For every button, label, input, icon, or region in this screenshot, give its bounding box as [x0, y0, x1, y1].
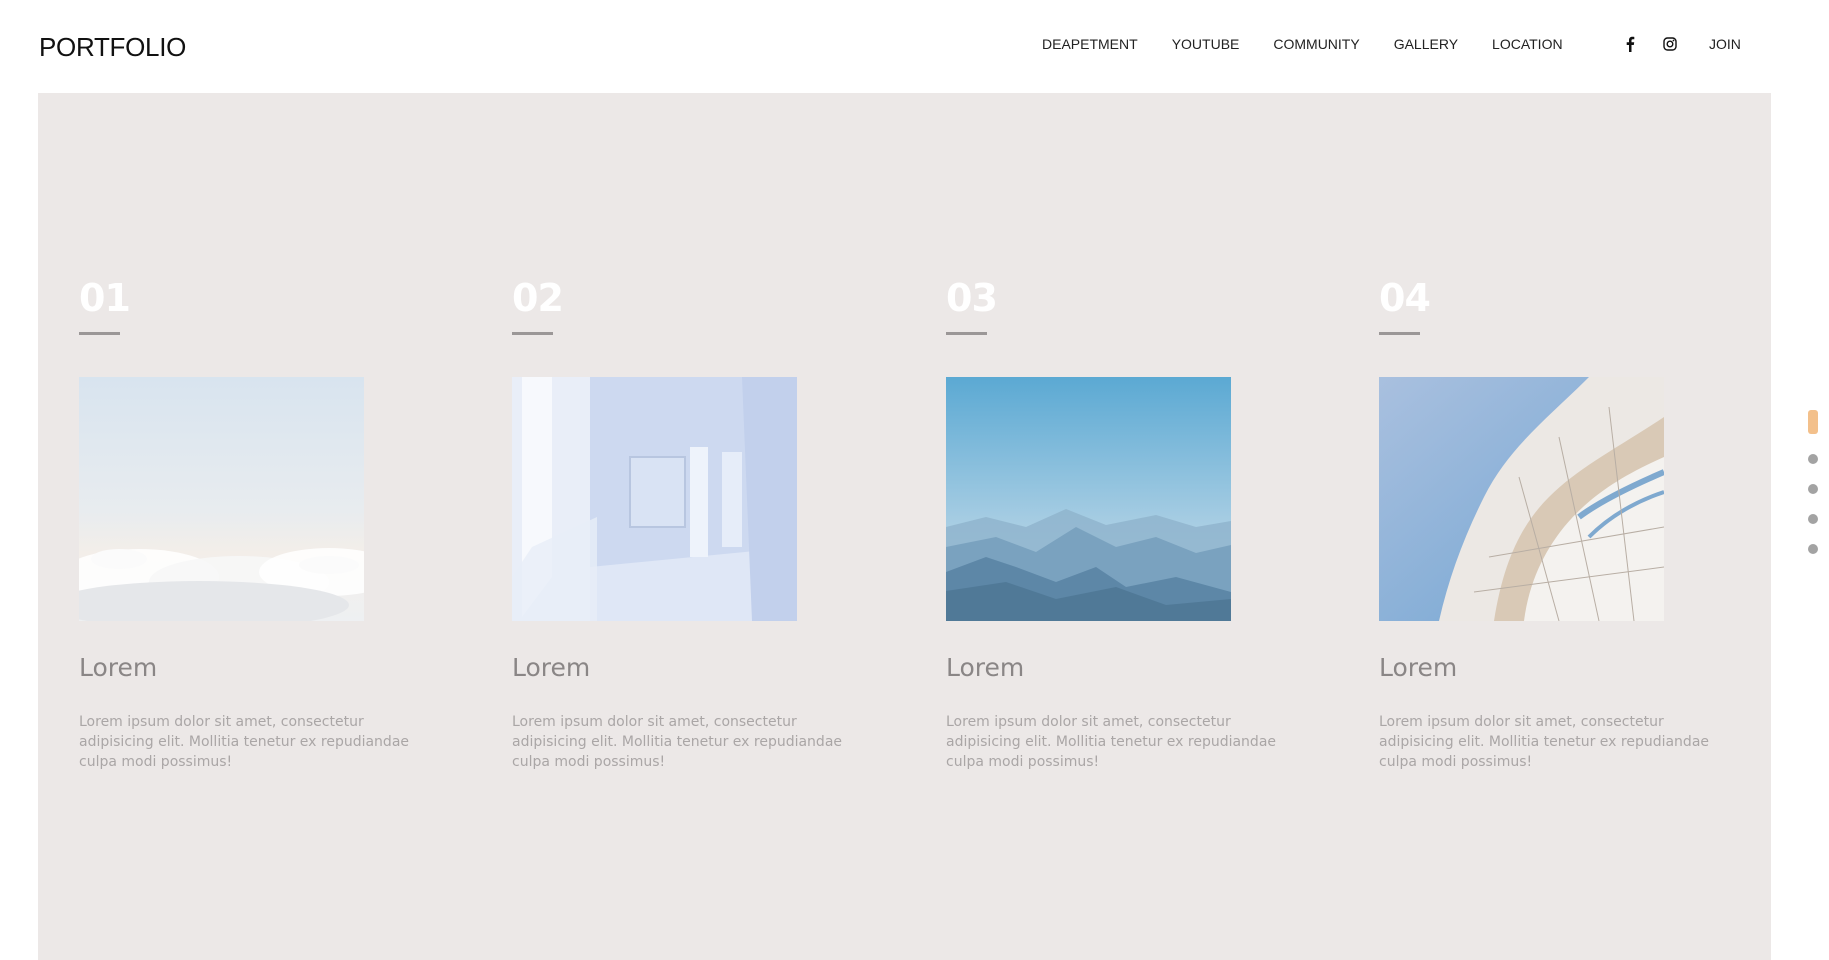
main-nav: DEAPETMENT YOUTUBE COMMUNITY GALLERY LOC… [1042, 36, 1597, 52]
card-divider [79, 332, 120, 335]
card-divider [512, 332, 553, 335]
card-title: Lorem [512, 653, 591, 682]
pager-dot[interactable] [1808, 484, 1818, 494]
card-title: Lorem [1379, 653, 1458, 682]
card-image-mountains[interactable] [946, 377, 1231, 621]
card-number: 01 [79, 276, 131, 320]
pager-dot[interactable] [1808, 514, 1818, 524]
card-divider [946, 332, 987, 335]
facebook-icon[interactable] [1620, 34, 1640, 54]
card-description: Lorem ipsum dolor sit amet, consectetur … [946, 714, 1277, 770]
join-link[interactable]: JOIN [1709, 36, 1741, 52]
card-image-building[interactable] [1379, 377, 1664, 621]
nav-youtube[interactable]: YOUTUBE [1172, 36, 1240, 52]
card-title: Lorem [946, 653, 1025, 682]
pager-dot[interactable] [1808, 454, 1818, 464]
logo[interactable]: PORTFOLIO [39, 32, 186, 63]
nav-location[interactable]: LOCATION [1492, 36, 1563, 52]
card-description: Lorem ipsum dolor sit amet, consectetur … [79, 714, 410, 770]
social-links [1620, 34, 1680, 54]
section-pager [1806, 410, 1820, 554]
card-image-clouds[interactable] [79, 377, 364, 621]
instagram-icon[interactable] [1660, 34, 1680, 54]
nav-community[interactable]: COMMUNITY [1273, 36, 1359, 52]
portfolio-panel: 01 Lorem Lorem ipsum dolor sit amet, con… [38, 93, 1771, 960]
nav-deapetment[interactable]: DEAPETMENT [1042, 36, 1138, 52]
card-description: Lorem ipsum dolor sit amet, consectetur … [1379, 714, 1710, 770]
card-title: Lorem [79, 653, 158, 682]
pager-dot[interactable] [1808, 544, 1818, 554]
pager-dot-active[interactable] [1808, 410, 1818, 434]
card-number: 02 [512, 276, 564, 320]
card-number: 04 [1379, 276, 1431, 320]
site-header: PORTFOLIO DEAPETMENT YOUTUBE COMMUNITY G… [0, 0, 1829, 92]
card-description: Lorem ipsum dolor sit amet, consectetur … [512, 714, 843, 770]
card-image-hallway[interactable] [512, 377, 797, 621]
card-number: 03 [946, 276, 998, 320]
card-divider [1379, 332, 1420, 335]
nav-gallery[interactable]: GALLERY [1394, 36, 1458, 52]
